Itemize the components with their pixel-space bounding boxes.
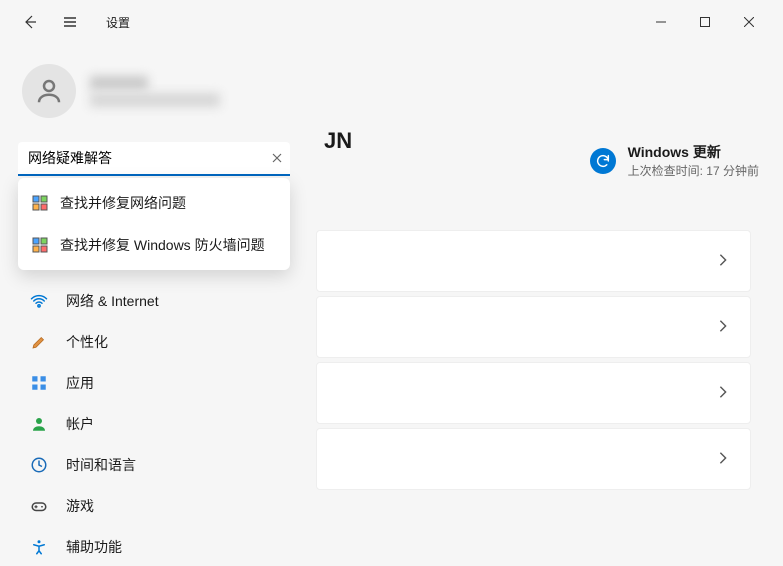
maximize-button[interactable] bbox=[683, 7, 727, 37]
user-profile[interactable] bbox=[16, 44, 292, 142]
search-result-label: 查找并修复 Windows 防火墙问题 bbox=[60, 235, 265, 255]
windows-update-banner[interactable]: Windows 更新 上次检查时间: 17 分钟前 bbox=[590, 142, 759, 179]
nav-label: 时间和语言 bbox=[66, 455, 136, 475]
search-result-network[interactable]: 查找并修复网络问题 bbox=[18, 182, 290, 224]
user-email-redacted bbox=[90, 93, 220, 107]
search-container: 查找并修复网络问题 查找并修复 Windows 防火墙问题 bbox=[18, 142, 290, 176]
settings-card[interactable] bbox=[316, 428, 751, 490]
chevron-right-icon bbox=[716, 319, 730, 336]
nav-label: 辅助功能 bbox=[66, 537, 122, 557]
troubleshoot-icon bbox=[32, 195, 48, 211]
nav-label: 个性化 bbox=[66, 332, 108, 352]
nav-item-gaming[interactable]: 游戏 bbox=[16, 487, 292, 525]
settings-card[interactable] bbox=[316, 230, 751, 292]
sidebar: 查找并修复网络问题 查找并修复 Windows 防火墙问题 网络 & Inter… bbox=[0, 44, 300, 539]
minimize-icon bbox=[656, 17, 666, 27]
time-language-icon bbox=[30, 456, 48, 474]
nav-item-accounts[interactable]: 帐户 bbox=[16, 405, 292, 443]
nav-label: 网络 & Internet bbox=[66, 291, 159, 311]
settings-cards bbox=[308, 230, 767, 490]
settings-card[interactable] bbox=[316, 362, 751, 424]
avatar bbox=[22, 64, 76, 118]
menu-button[interactable] bbox=[52, 4, 88, 40]
title-bar: 设置 bbox=[0, 0, 783, 44]
search-results-dropdown: 查找并修复网络问题 查找并修复 Windows 防火墙问题 bbox=[18, 178, 290, 270]
nav-label: 帐户 bbox=[66, 414, 94, 434]
chevron-right-icon bbox=[716, 253, 730, 270]
settings-card[interactable] bbox=[316, 296, 751, 358]
nav-label: 游戏 bbox=[66, 496, 94, 516]
back-button[interactable] bbox=[12, 4, 48, 40]
wifi-icon bbox=[30, 292, 48, 310]
nav-item-network[interactable]: 网络 & Internet bbox=[16, 282, 292, 320]
search-result-firewall[interactable]: 查找并修复 Windows 防火墙问题 bbox=[18, 224, 290, 266]
nav-item-personalization[interactable]: 个性化 bbox=[16, 323, 292, 361]
search-input[interactable] bbox=[18, 142, 290, 176]
update-subtitle: 上次检查时间: 17 分钟前 bbox=[628, 162, 759, 179]
search-clear-button[interactable] bbox=[272, 152, 282, 166]
search-result-label: 查找并修复网络问题 bbox=[60, 193, 186, 213]
brush-icon bbox=[30, 333, 48, 351]
user-name-redacted bbox=[90, 76, 148, 90]
main-panel: JN Windows 更新 上次检查时间: 17 分钟前 bbox=[300, 44, 783, 539]
accessibility-icon bbox=[30, 538, 48, 556]
x-icon bbox=[272, 153, 282, 163]
refresh-icon bbox=[595, 153, 611, 169]
arrow-left-icon bbox=[22, 14, 38, 30]
app-title: 设置 bbox=[106, 14, 130, 31]
update-icon bbox=[590, 148, 616, 174]
game-icon bbox=[30, 497, 48, 515]
nav-item-apps[interactable]: 应用 bbox=[16, 364, 292, 402]
nav-label: 应用 bbox=[66, 373, 94, 393]
window-controls bbox=[639, 7, 771, 37]
minimize-button[interactable] bbox=[639, 7, 683, 37]
close-button[interactable] bbox=[727, 7, 771, 37]
nav-item-time-language[interactable]: 时间和语言 bbox=[16, 446, 292, 484]
nav-list: 网络 & Internet 个性化 应用 帐户 bbox=[16, 282, 292, 566]
user-icon bbox=[34, 76, 64, 106]
close-icon bbox=[744, 17, 754, 27]
chevron-right-icon bbox=[716, 451, 730, 468]
apps-icon bbox=[30, 374, 48, 392]
maximize-icon bbox=[700, 17, 710, 27]
hamburger-icon bbox=[62, 14, 78, 30]
nav-item-accessibility[interactable]: 辅助功能 bbox=[16, 528, 292, 566]
person-icon bbox=[30, 415, 48, 433]
update-title: Windows 更新 bbox=[628, 142, 759, 162]
troubleshoot-icon bbox=[32, 237, 48, 253]
chevron-right-icon bbox=[716, 385, 730, 402]
